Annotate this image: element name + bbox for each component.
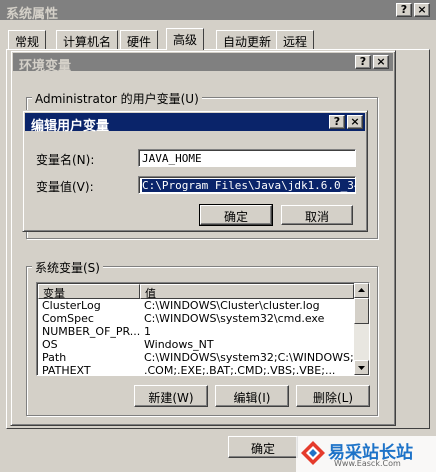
arrow-down-icon bbox=[358, 366, 365, 370]
site-logo-icon bbox=[301, 441, 325, 465]
variable-name-label: 变量名(N): bbox=[36, 153, 95, 167]
variable-value-value: C:\Program Files\Java\jdk1.6.0_34 bbox=[142, 179, 355, 192]
sys-vars-list[interactable]: 变量 值 ClusterLog C:\WINDOWS\Cluster\clust… bbox=[36, 282, 370, 376]
tab-general[interactable]: 常规 bbox=[8, 30, 47, 50]
edit-cancel-button[interactable]: 取消 bbox=[281, 205, 353, 225]
edit-help-button[interactable]: ? bbox=[329, 115, 345, 129]
edit-cancel-label: 取消 bbox=[304, 210, 329, 224]
edit-close-button[interactable]: × bbox=[347, 115, 363, 129]
sys-vars-group-label: 系统变量(S) bbox=[32, 259, 103, 276]
vertical-scrollbar[interactable] bbox=[354, 283, 369, 375]
scroll-down-button[interactable] bbox=[354, 360, 369, 375]
new-variable-label: 新建(W) bbox=[148, 391, 194, 405]
row-value: Windows_NT bbox=[144, 338, 214, 351]
table-row[interactable]: ClusterLog C:\WINDOWS\Cluster\cluster.lo… bbox=[37, 299, 353, 312]
column-header-value[interactable]: 值 bbox=[140, 284, 354, 300]
env-dialog-title: 环境变量 bbox=[19, 59, 72, 74]
sys-ok-label: 确定 bbox=[250, 442, 275, 456]
scroll-thumb[interactable] bbox=[354, 298, 369, 324]
sys-help-button[interactable]: ? bbox=[396, 3, 412, 17]
row-name: Path bbox=[42, 351, 67, 364]
env-close-button[interactable]: × bbox=[373, 55, 389, 69]
env-dialog-titlebar: 环境变量 ? × bbox=[13, 53, 393, 74]
edit-variable-label: 编辑(I) bbox=[233, 391, 271, 405]
watermark-url: Www.Easck.Com bbox=[334, 459, 401, 468]
row-name: PATHEXT bbox=[42, 364, 91, 376]
table-row[interactable]: OS Windows_NT bbox=[37, 338, 353, 351]
user-vars-group-label: Administrator 的用户变量(U) bbox=[32, 90, 202, 107]
table-row[interactable]: ComSpec C:\WINDOWS\system32\cmd.exe bbox=[37, 312, 353, 325]
tab-computer-name[interactable]: 计算机名 bbox=[56, 30, 119, 50]
tab-auto-update[interactable]: 自动更新 bbox=[216, 30, 279, 50]
row-name: OS bbox=[42, 338, 58, 351]
row-name: NUMBER_OF_PR... bbox=[42, 325, 141, 338]
variable-value-label: 变量值(V): bbox=[36, 180, 94, 194]
table-row[interactable]: Path C:\WINDOWS\system32;C:\WINDOWS;... bbox=[37, 351, 364, 364]
watermark: 易采站长站 Www.Easck.Com bbox=[296, 436, 436, 472]
edit-dialog-titlebar: 编辑用户变量 ? × bbox=[25, 113, 365, 134]
tab-advanced[interactable]: 高级 bbox=[166, 28, 205, 50]
list-header: 变量 值 bbox=[38, 284, 354, 300]
row-value: .COM;.EXE;.BAT;.CMD;.VBS;.VBE;... bbox=[144, 364, 336, 376]
column-header-variable[interactable]: 变量 bbox=[38, 284, 140, 300]
row-value: 1 bbox=[144, 325, 151, 338]
row-name: ComSpec bbox=[42, 312, 94, 325]
sys-dialog-titlebar: 系统属性 ? × bbox=[0, 0, 436, 22]
tab-hardware[interactable]: 硬件 bbox=[120, 30, 159, 50]
arrow-up-icon bbox=[358, 288, 365, 292]
sys-ok-button[interactable]: 确定 bbox=[228, 436, 298, 458]
row-name: ClusterLog bbox=[42, 299, 101, 312]
row-value: C:\WINDOWS\Cluster\cluster.log bbox=[144, 299, 320, 312]
row-value: C:\WINDOWS\system32;C:\WINDOWS;... bbox=[144, 351, 365, 364]
env-help-button[interactable]: ? bbox=[355, 55, 371, 69]
delete-variable-label: 删除(L) bbox=[312, 391, 354, 405]
sys-dialog-title: 系统属性 bbox=[6, 7, 59, 22]
variable-name-value: JAVA_HOME bbox=[142, 152, 202, 165]
variable-name-field[interactable]: JAVA_HOME bbox=[138, 149, 356, 167]
row-value: C:\WINDOWS\system32\cmd.exe bbox=[144, 312, 325, 325]
table-row[interactable]: PATHEXT .COM;.EXE;.BAT;.CMD;.VBS;.VBE;..… bbox=[37, 364, 353, 376]
variable-value-field[interactable]: C:\Program Files\Java\jdk1.6.0_34 bbox=[138, 176, 356, 194]
edit-variable-button[interactable]: 编辑(I) bbox=[215, 385, 289, 407]
delete-variable-button[interactable]: 删除(L) bbox=[296, 385, 370, 407]
scroll-up-button[interactable] bbox=[354, 283, 369, 298]
edit-ok-label: 确定 bbox=[223, 210, 248, 224]
edit-ok-button[interactable]: 确定 bbox=[199, 204, 273, 226]
tab-remote[interactable]: 远程 bbox=[276, 30, 315, 50]
edit-dialog-title: 编辑用户变量 bbox=[31, 119, 110, 134]
new-variable-button[interactable]: 新建(W) bbox=[134, 385, 208, 407]
table-row[interactable]: NUMBER_OF_PR... 1 bbox=[37, 325, 353, 338]
sys-close-button[interactable]: × bbox=[414, 3, 430, 17]
